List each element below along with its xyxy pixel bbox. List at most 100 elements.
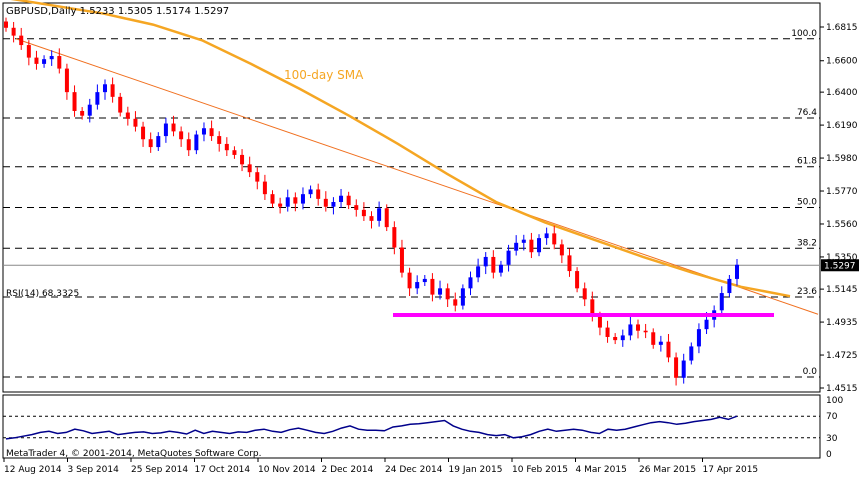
date-tick-label: 24 Dec 2014 [385, 465, 443, 475]
candle-body [346, 195, 351, 206]
candle-body [658, 341, 663, 345]
symbol-header: GBPUSD,Daily 1.5233 1.5305 1.5174 1.5297 [6, 6, 229, 17]
candle-body [438, 288, 443, 295]
fib-level-label: 76.4 [797, 108, 817, 118]
fib-level-lines [3, 38, 820, 378]
rsi-label: RSI(14) 68.3325 [6, 289, 79, 299]
price-tick-label: 1.4725 [826, 351, 858, 361]
candle-body [171, 123, 176, 132]
candle-body [704, 319, 709, 330]
date-tick-label: 4 Mar 2015 [576, 465, 627, 475]
price-tick-label: 1.5770 [826, 187, 858, 197]
candle-body [529, 239, 534, 253]
candle-body [316, 189, 321, 199]
rsi-tick-label: 0 [826, 450, 832, 460]
price-tick-label: 1.6815 [826, 23, 858, 33]
copyright-text: MetaTrader 4, © 2001-2014, MetaQuotes So… [6, 449, 262, 459]
candle-body [620, 335, 625, 341]
candle-body [582, 288, 587, 300]
candle-body [605, 327, 610, 337]
price-axis: 1.6815 1.6600 1.6400 1.6190 1.5980 1.5770 1.55… [820, 23, 859, 394]
candle-body [118, 96, 123, 113]
price-tick-label: 1.5980 [826, 154, 858, 164]
candle-body [666, 341, 671, 358]
candle-body [597, 316, 602, 328]
candle-body [278, 203, 283, 207]
candle-body [651, 332, 656, 345]
candle-body [80, 110, 85, 116]
candle-body [95, 92, 100, 105]
date-tick-label: 25 Sep 2014 [131, 465, 188, 475]
candle-body [491, 256, 496, 273]
main-pane-frame [2, 2, 821, 459]
price-tick-label: 1.5560 [826, 220, 858, 230]
sma-line [10, 0, 791, 298]
candle-body [377, 208, 382, 221]
candle-body [537, 238, 542, 253]
fib-level-labels: 100.0 76.4 61.8 50.0 38.2 23.6 0.0 [791, 29, 817, 377]
candle-body [468, 277, 473, 289]
candle-body [445, 288, 450, 300]
forex-chart: 1.6815 1.6600 1.6400 1.6190 1.5980 1.5770 1.55… [0, 0, 861, 478]
candle-body [110, 84, 115, 97]
date-tick-label: 17 Apr 2015 [703, 465, 759, 475]
candle-body [156, 136, 161, 148]
candle-body [719, 293, 724, 311]
candle-body [262, 181, 267, 195]
price-tick-label: 1.5145 [826, 285, 858, 295]
fib-level-label: 50.0 [797, 198, 817, 208]
candle-body [476, 266, 481, 278]
candle-body [384, 208, 389, 228]
price-tick-label: 1.6190 [826, 121, 858, 131]
candle-body [575, 271, 580, 289]
candle-body [415, 282, 420, 289]
candle-body [186, 139, 191, 151]
fib-level-label: 61.8 [797, 157, 817, 167]
candle-body [354, 205, 359, 210]
last-price-label: 1.5297 [824, 261, 856, 271]
candle-body [331, 202, 336, 207]
candle-body [270, 194, 275, 204]
date-tick-label: 10 Nov 2014 [258, 465, 316, 475]
candle-body [696, 329, 701, 347]
candle-body [674, 357, 679, 378]
candle-body [42, 59, 47, 64]
chart-canvas: 1.6815 1.6600 1.6400 1.6190 1.5980 1.5770 1.55… [2, 0, 859, 475]
candle-body [217, 136, 222, 144]
candle-body [544, 233, 549, 239]
candle-body [689, 346, 694, 361]
fib-level-label: 0.0 [803, 367, 818, 377]
candle-body [4, 21, 8, 28]
candle-body [300, 194, 305, 204]
candle-body [125, 112, 130, 119]
fib-level-label: 100.0 [791, 29, 817, 39]
candle-body [613, 336, 618, 341]
candle-body [163, 123, 168, 137]
candle-body [87, 104, 92, 116]
price-tick-label: 1.4515 [826, 384, 858, 394]
candle-body [399, 247, 404, 273]
candle-body [498, 264, 503, 273]
sma-layer [10, 0, 791, 298]
candle-body [369, 216, 374, 221]
candle-body [361, 209, 366, 217]
candle-body [224, 143, 229, 151]
candle-body [34, 57, 39, 64]
candle-body [323, 198, 328, 207]
sma-label: 100-day SMA [284, 68, 364, 82]
candle-body [339, 195, 344, 203]
candle-body [521, 239, 526, 243]
candle-body [636, 324, 641, 331]
date-tick-label: 3 Sep 2014 [68, 465, 120, 475]
fib-level-label: 38.2 [797, 238, 817, 248]
trendline-layer [15, 38, 819, 315]
candle-body [57, 56, 62, 69]
candle-body [232, 150, 237, 155]
candle-body [727, 278, 732, 294]
candle-body [148, 139, 153, 148]
date-tick-label: 19 Jan 2015 [449, 465, 503, 475]
candle-body [11, 27, 16, 36]
fib-level-label: 23.6 [797, 287, 817, 297]
candle-body [628, 324, 633, 336]
candle-body [26, 45, 31, 58]
